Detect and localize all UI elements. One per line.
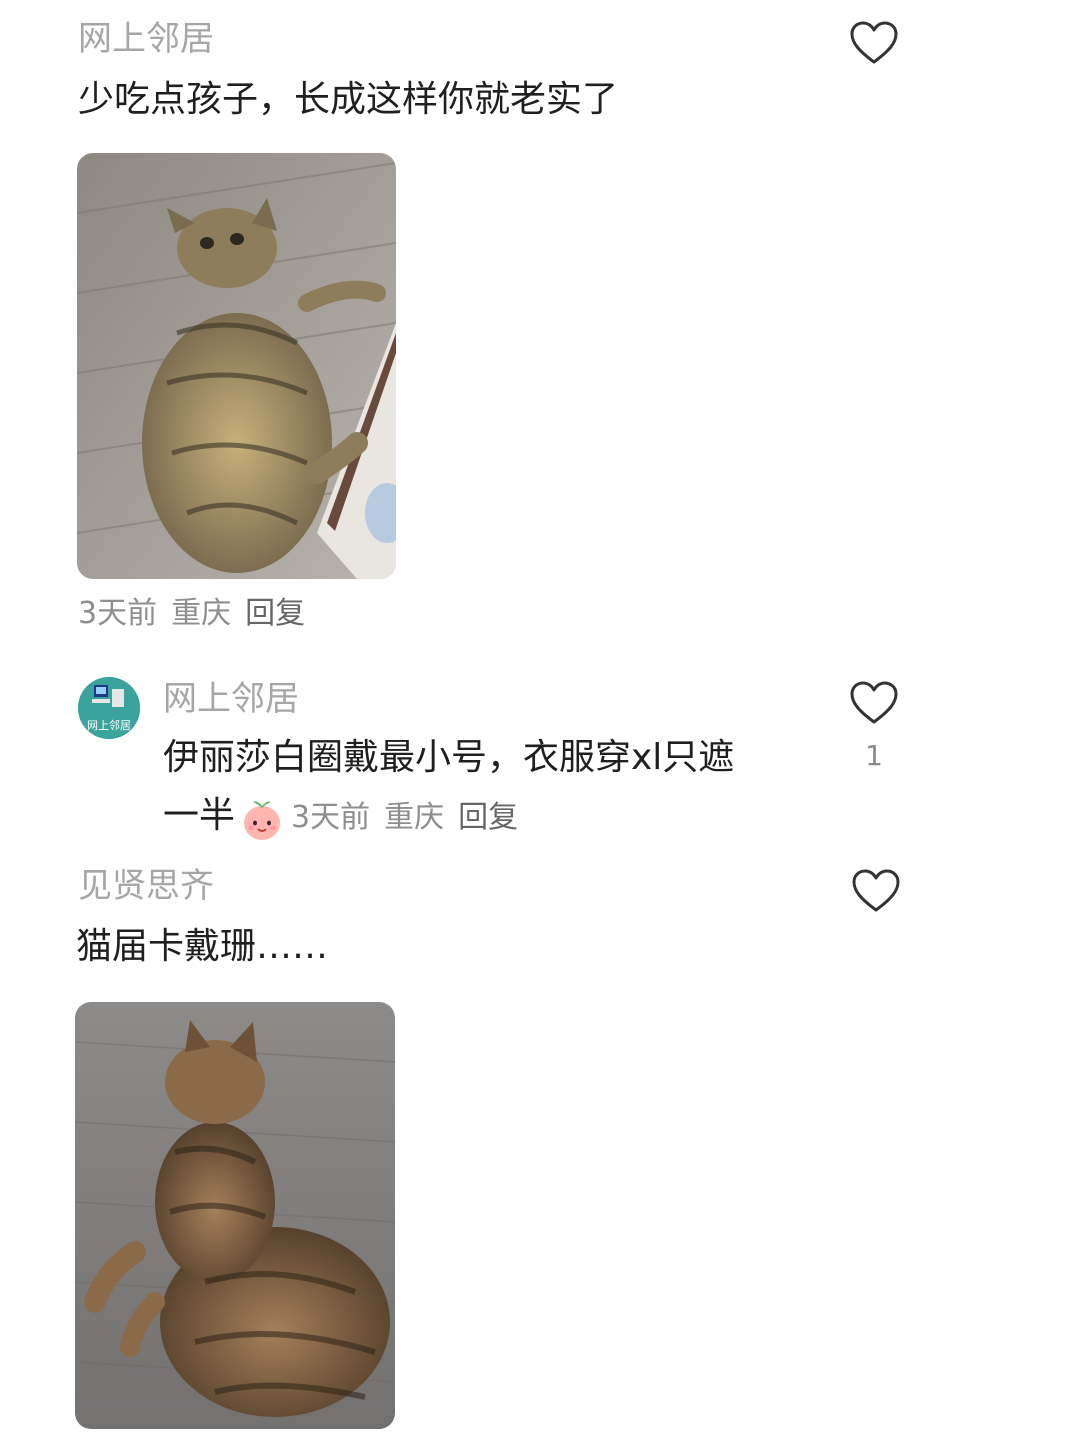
comment-2-reply-button[interactable]: 回复 — [458, 800, 518, 835]
comment-2-location: 重庆 — [384, 800, 445, 835]
comment-1-photo[interactable] — [77, 153, 396, 579]
comment-2-time: 3天前 — [291, 800, 371, 835]
peach-face-emoji-icon — [239, 796, 285, 842]
comment-1-meta: 3天前 重庆 回复 — [78, 599, 319, 629]
comment-3-username[interactable]: 见贤思齐 — [78, 869, 214, 903]
comment-1-reply-button[interactable]: 回复 — [245, 596, 305, 631]
comment-2-text-line1: 伊丽莎白圈戴最小号，衣服穿xl只遮 — [163, 737, 735, 778]
comment-2-text-line2: 一半 — [163, 795, 236, 836]
comment-3-text: 猫届卡戴珊…… — [76, 926, 329, 967]
comment-3-photo[interactable] — [75, 1002, 395, 1429]
comment-1-text: 少吃点孩子，长成这样你就老实了 — [78, 79, 619, 120]
comment-2-avatar[interactable]: 网上邻居 — [78, 677, 140, 739]
comment-2-avatar-text: 网上邻居 — [87, 719, 131, 732]
comment-1-username[interactable]: 网上邻居 — [78, 22, 214, 56]
comment-3-heart-icon[interactable] — [851, 868, 901, 914]
comment-1-heart-icon[interactable] — [849, 20, 899, 66]
comment-2-like-count: 1 — [865, 739, 883, 772]
comment-2-username[interactable]: 网上邻居 — [163, 682, 299, 716]
comment-1-time: 3天前 — [78, 596, 158, 631]
comment-1-location: 重庆 — [171, 596, 232, 631]
comment-2-heart-icon[interactable] — [849, 680, 899, 726]
